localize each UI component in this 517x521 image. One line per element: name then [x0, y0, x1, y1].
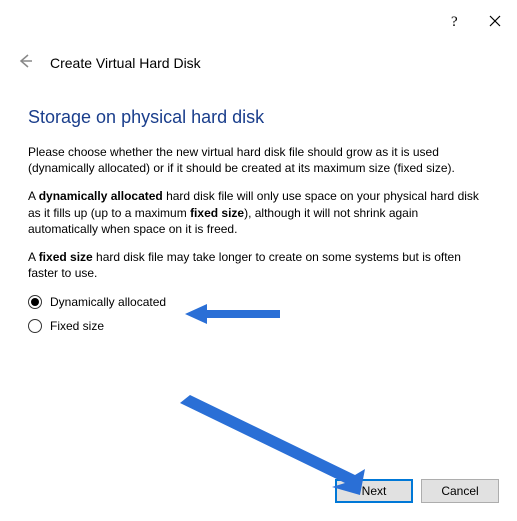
intro-paragraph: Please choose whether the new virtual ha… — [28, 144, 489, 176]
svg-text:?: ? — [451, 14, 458, 29]
help-icon[interactable]: ? — [449, 13, 461, 29]
page-title: Create Virtual Hard Disk — [50, 55, 201, 71]
storage-options: Dynamically allocated Fixed size — [28, 295, 489, 333]
section-heading: Storage on physical hard disk — [28, 107, 489, 128]
fixed-paragraph: A fixed size hard disk file may take lon… — [28, 249, 489, 281]
cancel-button[interactable]: Cancel — [421, 479, 499, 503]
wizard-header: Create Virtual Hard Disk — [0, 42, 517, 93]
titlebar: ? — [0, 0, 517, 42]
dynamic-paragraph: A dynamically allocated hard disk file w… — [28, 188, 489, 237]
next-button[interactable]: Next — [335, 479, 413, 503]
radio-label: Fixed size — [50, 319, 104, 333]
wizard-footer: Next Cancel — [335, 479, 499, 503]
radio-fixed-size[interactable]: Fixed size — [28, 319, 489, 333]
radio-label: Dynamically allocated — [50, 295, 166, 309]
back-arrow-icon[interactable] — [16, 52, 34, 73]
wizard-content: Storage on physical hard disk Please cho… — [0, 107, 517, 333]
radio-dynamically-allocated[interactable]: Dynamically allocated — [28, 295, 489, 309]
radio-icon — [28, 295, 42, 309]
close-icon[interactable] — [489, 15, 501, 27]
radio-icon — [28, 319, 42, 333]
